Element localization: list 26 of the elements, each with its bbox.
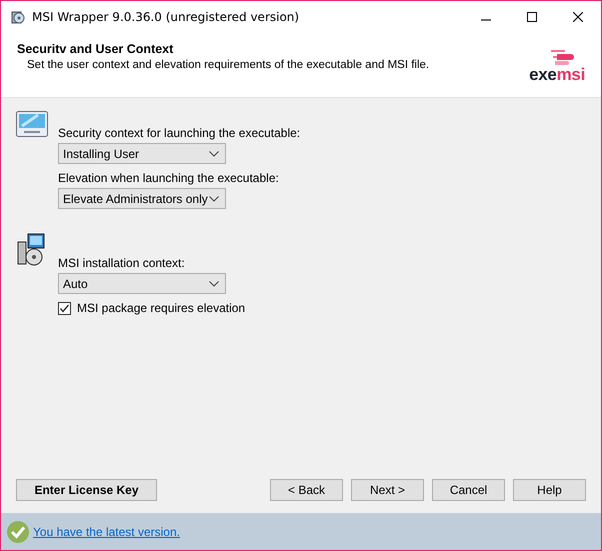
window-title: MSI Wrapper 9.0.36.0 (unregistered version) — [32, 10, 300, 24]
computer-disc-icon — [16, 232, 46, 266]
checkbox[interactable] — [58, 302, 71, 314]
page-title: Securitv and User Context — [17, 42, 174, 56]
field-label: MSI installation context: — [58, 256, 186, 270]
dropdown[interactable]: Elevate Administrators only — [58, 188, 226, 209]
logo-text: exemsi — [529, 66, 585, 84]
caret-icon — [209, 280, 219, 286]
page-subtitle: Set the user context and elevation requirements of the executable and MSI file. — [27, 59, 430, 71]
window-icon — [16, 111, 48, 137]
caret-icon — [209, 150, 219, 156]
caret-icon — [209, 196, 219, 202]
checkmark-icon — [7, 520, 29, 542]
dropdown[interactable]: Installing User — [58, 143, 226, 164]
maximize-icon[interactable] — [527, 12, 537, 22]
checkbox-label[interactable]: MSI package requires elevation — [77, 301, 246, 315]
dropdown[interactable]: Auto — [58, 273, 226, 294]
wizard-button[interactable]: Help — [513, 479, 586, 501]
wizard-button[interactable]: Cancel — [432, 479, 505, 501]
license-key-button[interactable]: Enter License Key — [16, 479, 157, 501]
field-label: Elevation when launching the executable: — [58, 171, 280, 185]
wizard-button[interactable]: Next > — [351, 479, 424, 501]
wizard-button[interactable]: < Back — [270, 479, 343, 501]
close-icon[interactable] — [573, 12, 583, 22]
logo-icon — [551, 50, 577, 66]
field-label: Security context for launching the executable: — [58, 126, 300, 140]
